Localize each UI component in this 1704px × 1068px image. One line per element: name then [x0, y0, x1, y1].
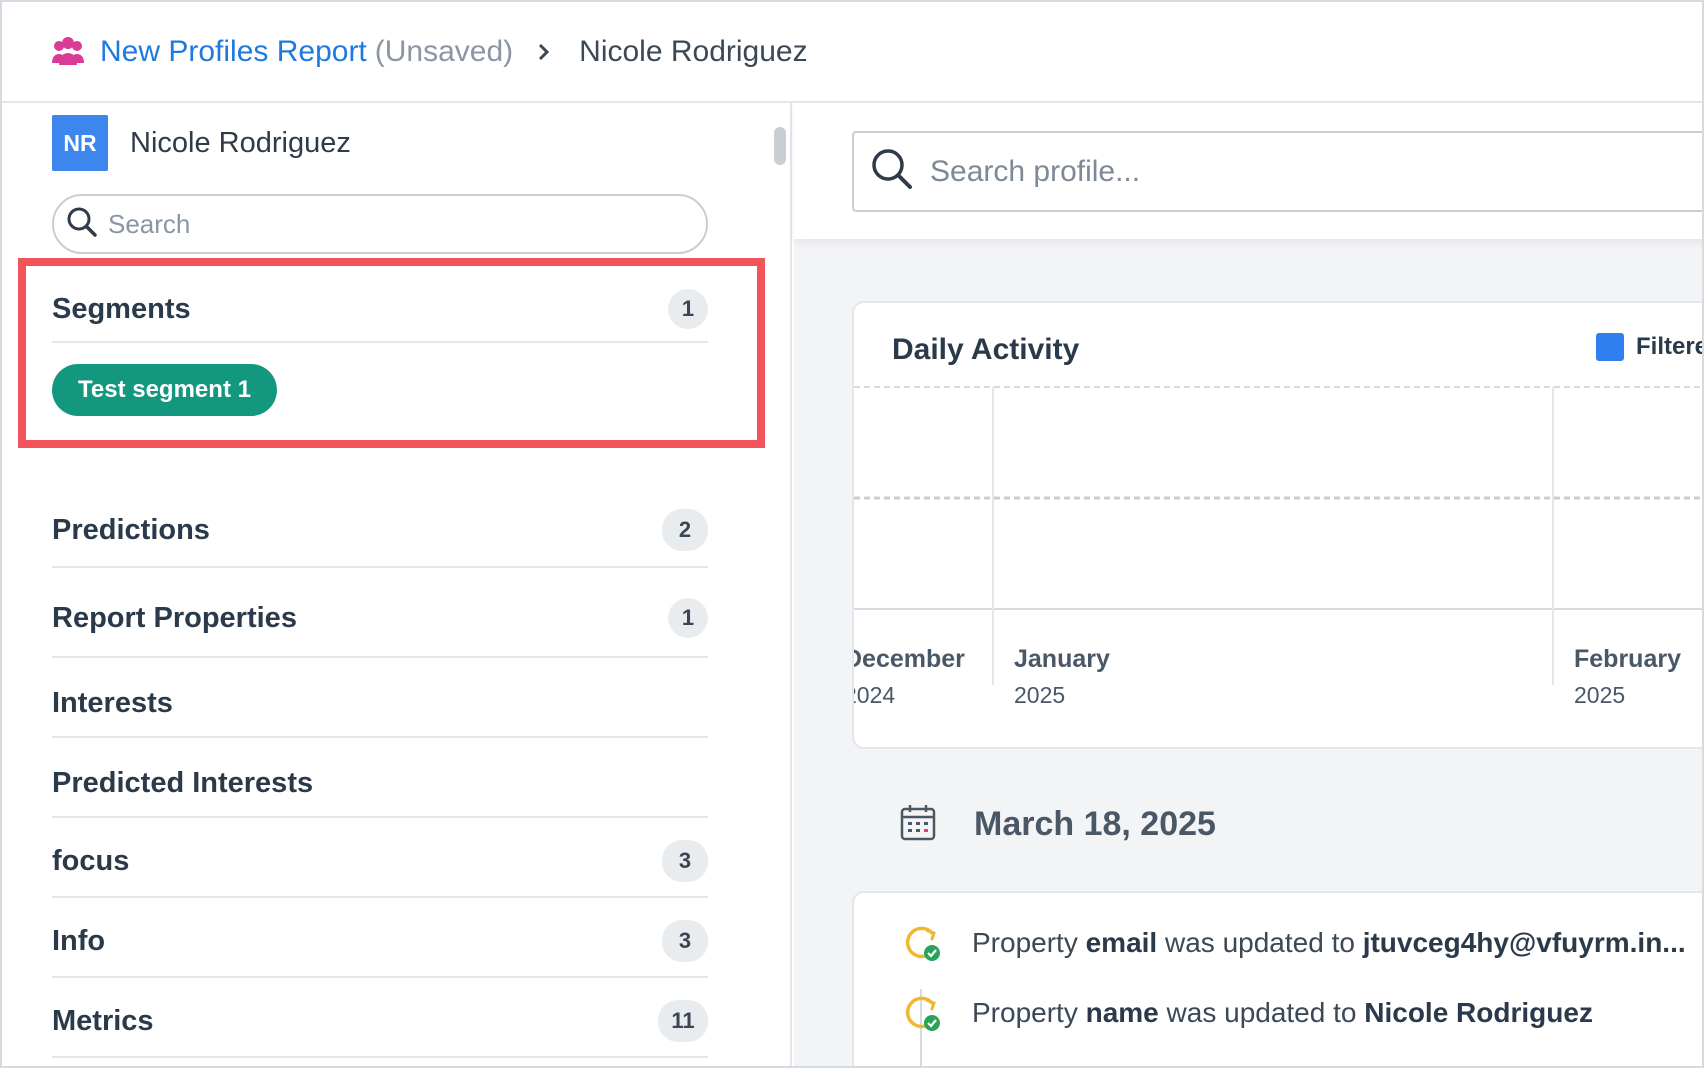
section-label: focus — [52, 844, 130, 877]
app-window: New Profiles Report (Unsaved) Nicole Rod… — [0, 0, 1704, 1068]
profile-search-input[interactable]: Search profile... — [852, 131, 1702, 212]
month-name: January — [1014, 645, 1110, 673]
daily-activity-card: Daily Activity Filtere December 2024 Jan… — [852, 301, 1704, 749]
count-badge: 2 — [662, 509, 708, 551]
section-metrics[interactable]: Metrics 11 — [52, 986, 708, 1058]
events-card: Property email was updated to jtuvceg4hy… — [852, 891, 1702, 1066]
month-year: 2024 — [854, 682, 896, 708]
count-badge: 1 — [668, 598, 708, 638]
unsaved-label: (Unsaved) — [374, 34, 514, 68]
section-info[interactable]: Info 3 — [52, 906, 708, 978]
property-update-icon — [902, 993, 942, 1033]
section-label: Predicted Interests — [52, 766, 314, 799]
chevron-right-icon — [535, 43, 553, 61]
chart-legend[interactable]: Filtere — [1596, 333, 1704, 361]
main-panel: Search profile... Daily Activity Filtere… — [794, 103, 1704, 1066]
month-name: February — [1574, 645, 1681, 673]
section-interests[interactable]: Interests — [52, 670, 708, 738]
calendar-icon — [900, 803, 936, 846]
sidebar-search-input[interactable]: Search — [52, 194, 708, 254]
section-predicted-interests[interactable]: Predicted Interests — [52, 750, 708, 818]
section-label: Info — [52, 924, 106, 957]
section-label: Report Properties — [52, 601, 297, 634]
activity-chart-grid — [854, 386, 1702, 685]
top-header: New Profiles Report (Unsaved) Nicole Rod… — [2, 2, 1702, 103]
section-focus[interactable]: focus 3 — [52, 826, 708, 898]
section-label: Interests — [52, 686, 173, 719]
section-segments[interactable]: Segments 1 — [52, 277, 708, 343]
profile-name: Nicole Rodriguez — [130, 126, 351, 159]
month-label-february: February 2025 — [1574, 645, 1681, 709]
property-update-icon — [902, 923, 942, 963]
date-text: March 18, 2025 — [974, 805, 1216, 843]
event-item: Property name was updated to Nicole Rodr… — [902, 993, 1593, 1033]
event-text: Property email was updated to jtuvceg4hy… — [972, 927, 1686, 958]
month-label-january: January 2025 — [1014, 645, 1110, 709]
month-year: 2025 — [1574, 682, 1626, 708]
main-search-bar: Search profile... — [794, 103, 1702, 239]
month-year: 2025 — [1014, 682, 1066, 708]
search-placeholder: Search — [108, 208, 191, 239]
sidebar-scrollbar[interactable] — [774, 127, 786, 165]
section-label: Segments — [52, 292, 191, 325]
month-name: December — [852, 645, 965, 673]
profile-header: NR Nicole Rodriguez — [52, 115, 351, 171]
event-item: Property email was updated to jtuvceg4hy… — [902, 923, 1686, 963]
search-placeholder: Search profile... — [930, 154, 1141, 188]
legend-swatch — [1596, 333, 1624, 361]
section-label: Metrics — [52, 1004, 154, 1037]
count-badge: 3 — [662, 840, 708, 882]
month-label-december: December 2024 — [852, 645, 965, 709]
search-icon — [870, 147, 914, 196]
users-group-icon — [50, 36, 86, 67]
segment-pill[interactable]: Test segment 1 — [52, 364, 277, 416]
legend-label: Filtere — [1636, 333, 1704, 360]
count-badge: 11 — [658, 1000, 708, 1042]
date-heading: March 18, 2025 — [900, 803, 1216, 846]
count-badge: 1 — [668, 289, 708, 329]
section-label: Predictions — [52, 513, 210, 546]
report-title-link[interactable]: New Profiles Report — [100, 35, 367, 69]
count-badge: 3 — [662, 920, 708, 962]
avatar: NR — [52, 115, 108, 171]
breadcrumb-current: Nicole Rodriguez — [579, 34, 808, 68]
section-report-properties[interactable]: Report Properties 1 — [52, 580, 708, 658]
event-text: Property name was updated to Nicole Rodr… — [972, 997, 1593, 1028]
activity-title: Daily Activity — [892, 333, 1080, 366]
search-icon — [66, 206, 98, 243]
section-predictions[interactable]: Predictions 2 — [52, 494, 708, 568]
